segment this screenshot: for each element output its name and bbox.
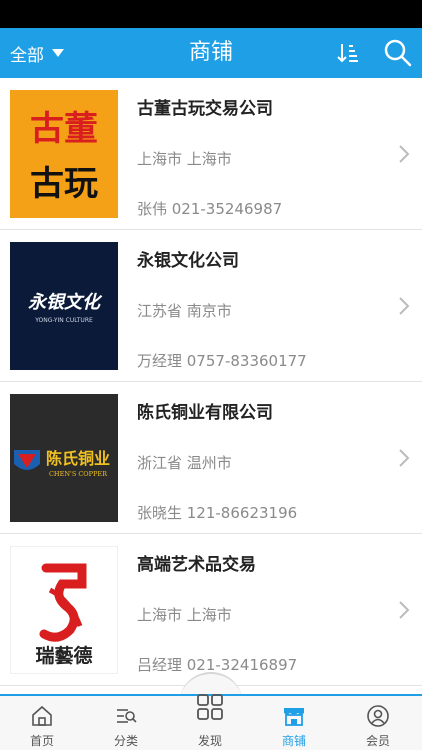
shop-region: 上海市 上海市 [137,606,232,624]
filter-label: 全部 [10,45,44,66]
shop-region: 上海市 上海市 [137,150,232,168]
tab-home[interactable]: 首页 [0,696,84,750]
svg-text:YONG-YIN CULTURE: YONG-YIN CULTURE [34,317,93,324]
category-icon [117,709,137,723]
shop-list: 古董 古玩 古董古玩交易公司 上海市 上海市 张伟 021-35246987 永… [0,78,422,686]
status-bar [0,0,422,28]
tab-discover[interactable]: 发现 [168,694,252,750]
tab-label: 发现 [197,734,222,748]
tab-member[interactable]: 会员 [336,696,420,750]
shop-name: 古董古玩交易公司 [137,99,273,119]
tab-label: 会员 [365,734,390,748]
tab-label: 首页 [29,734,54,748]
shop-contact: 张晓生 121-86623196 [137,504,298,522]
app-bar: 全部 商铺 [0,28,422,78]
shop-logo: 瑞藝德 [10,546,118,674]
shop-item[interactable]: 古董 古玩 古董古玩交易公司 上海市 上海市 张伟 021-35246987 [0,78,422,230]
caret-down-icon [52,49,64,57]
svg-text:瑞藝德: 瑞藝德 [35,644,92,667]
chevron-right-icon [399,145,410,163]
svg-text:永银文化: 永银文化 [28,292,103,313]
shop-region: 江苏省 南京市 [137,302,232,320]
tab-bar: 首页 分类 发现 商铺 会员 [0,694,422,750]
discover-icon [197,694,223,720]
shop-name: 陈氏铜业有限公司 [137,403,273,423]
shop-name: 高端艺术品交易 [137,555,256,575]
tab-label: 商铺 [281,734,306,748]
shop-contact: 万经理 0757-83360177 [137,352,307,370]
chevron-right-icon [399,449,410,467]
svg-text:CHEN'S COPPER: CHEN'S COPPER [49,470,108,478]
search-icon[interactable] [383,38,413,68]
svg-text:古玩: 古玩 [30,164,98,204]
filter-dropdown[interactable]: 全部 [10,28,64,78]
shop-region: 浙江省 温州市 [137,454,232,472]
shop-logo: 古董 古玩 [10,90,118,218]
shop-item[interactable]: 瑞藝德 高端艺术品交易 上海市 上海市 吕经理 021-32416897 [0,534,422,686]
svg-text:古董: 古董 [30,109,98,149]
shop-item[interactable]: 陈氏铜业 CHEN'S COPPER 陈氏铜业有限公司 浙江省 温州市 张晓生 … [0,382,422,534]
shop-icon [284,708,304,726]
tab-category[interactable]: 分类 [84,696,168,750]
sort-icon[interactable] [335,40,361,66]
shop-name: 永银文化公司 [137,251,239,271]
chevron-right-icon [399,601,410,619]
shop-logo: 陈氏铜业 CHEN'S COPPER [10,394,118,522]
svg-text:陈氏铜业: 陈氏铜业 [46,449,110,468]
member-icon [367,705,389,727]
shop-contact: 张伟 021-35246987 [137,200,283,218]
shop-logo: 永银文化 YONG-YIN CULTURE [10,242,118,370]
tab-label: 分类 [113,734,138,748]
chevron-right-icon [399,297,410,315]
tab-shop[interactable]: 商铺 [252,696,336,750]
shop-item[interactable]: 永银文化 YONG-YIN CULTURE 永银文化公司 江苏省 南京市 万经理… [0,230,422,382]
home-icon [32,705,52,726]
